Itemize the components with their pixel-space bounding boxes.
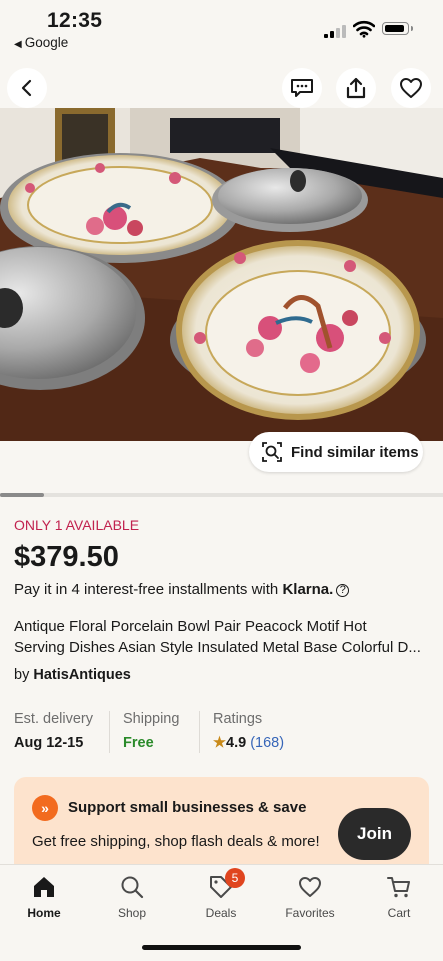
klarna-logo: Klarna. [282, 581, 334, 598]
message-seller-button[interactable] [282, 68, 322, 108]
tab-deals-label: Deals [205, 906, 237, 920]
watchlist-button[interactable] [391, 68, 431, 108]
back-app-label: Google [24, 35, 69, 50]
tab-cart[interactable]: Cart [355, 865, 443, 925]
listing-title-line-1: Antique Floral Porcelain Bowl Pair Peaco… [14, 618, 367, 635]
rating-value: 4.9 [226, 735, 247, 751]
shipping-value: Free [123, 735, 154, 751]
divider [199, 711, 200, 753]
info-icon[interactable]: ? [336, 584, 350, 597]
ratings-info[interactable]: Ratings ★4.9 (168) [213, 711, 284, 751]
divider [109, 711, 110, 753]
chevron-left-icon [21, 79, 32, 97]
status-bar: 12:35 ◀ Google [0, 0, 443, 56]
shipping-info: Shipping Free [123, 711, 179, 751]
tab-home[interactable]: Home [0, 865, 88, 925]
tab-favorites-label: Favorites [285, 906, 335, 920]
image-carousel-progress [0, 493, 443, 497]
tab-cart-label: Cart [387, 906, 411, 920]
tab-shop[interactable]: Shop [88, 865, 176, 925]
wifi-icon [353, 20, 375, 38]
heart-icon [400, 78, 422, 98]
back-button[interactable] [7, 68, 47, 108]
share-button[interactable] [336, 68, 376, 108]
top-nav [0, 68, 443, 108]
rating-count-link[interactable]: (168) [250, 735, 284, 751]
tab-shop-label: Shop [117, 906, 147, 920]
listing-title-line-2: Serving Dishes Asian Style Insulated Met… [14, 639, 421, 656]
battery-icon [382, 22, 413, 35]
product-photo[interactable] [0, 108, 443, 441]
installments-info[interactable]: Pay it in 4 interest-free installments w… [14, 581, 350, 598]
home-indicator [142, 945, 301, 950]
double-chevron-icon: » [32, 795, 58, 821]
promo-body: Get free shipping, shop flash deals & mo… [32, 833, 320, 850]
chat-icon [291, 79, 313, 97]
installments-text: Pay it in 4 interest-free installments w… [14, 581, 279, 598]
tab-favorites[interactable]: Favorites [266, 865, 354, 925]
cellular-signal-icon [324, 24, 346, 38]
listing-title[interactable]: Antique Floral Porcelain Bowl Pair Peaco… [14, 616, 434, 658]
price: $379.50 [14, 541, 119, 573]
porcelain-bowls-image [0, 108, 443, 441]
ratings-label: Ratings [213, 711, 263, 727]
visual-search-icon [262, 442, 282, 462]
find-similar-label: Find similar items [291, 443, 419, 461]
heart-icon [299, 877, 321, 897]
delivery-value: Aug 12-15 [14, 735, 84, 751]
search-icon [121, 876, 144, 899]
availability-label: ONLY 1 AVAILABLE [14, 517, 140, 533]
seller-link[interactable]: by HatisAntiques [14, 667, 131, 683]
clock: 12:35 [47, 9, 103, 32]
cart-icon [387, 877, 410, 898]
back-to-app-link[interactable]: ◀ Google [14, 35, 68, 50]
delivery-label: Est. delivery [14, 711, 93, 727]
promo-heading: Support small businesses & save [68, 799, 307, 816]
delivery-info: Est. delivery Aug 12-15 [14, 711, 93, 751]
seller-name: HatisAntiques [33, 667, 131, 683]
find-similar-button[interactable]: Find similar items [249, 432, 423, 472]
home-icon [34, 877, 54, 897]
deals-count-badge: 5 [225, 868, 245, 888]
image-carousel-progress-fill [0, 493, 45, 497]
star-icon: ★ [213, 735, 226, 751]
join-button[interactable]: Join [338, 808, 411, 860]
tab-deals[interactable]: 5 Deals [177, 865, 265, 925]
seller-prefix: by [14, 667, 30, 683]
shipping-label: Shipping [123, 711, 180, 727]
back-triangle-icon: ◀ [14, 39, 22, 50]
share-icon [346, 77, 366, 99]
tab-home-label: Home [27, 906, 61, 920]
